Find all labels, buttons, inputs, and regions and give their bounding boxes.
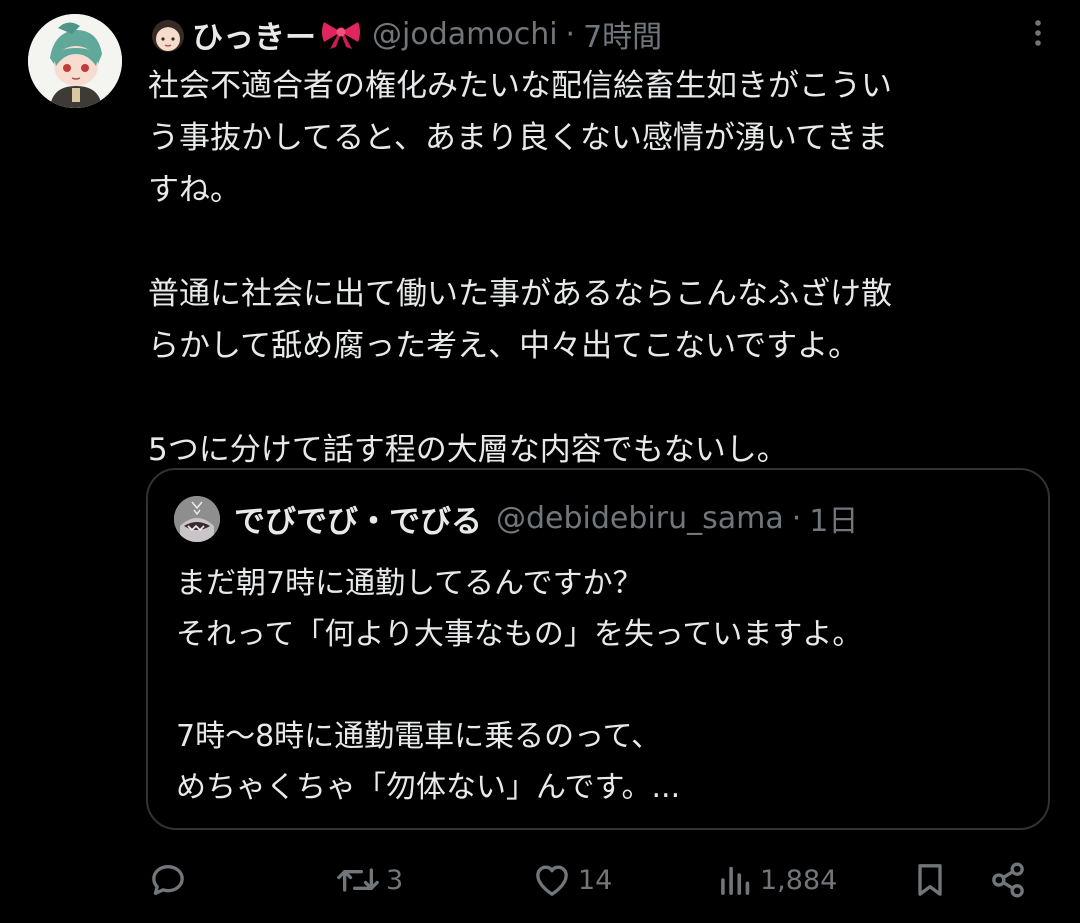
quoted-text-line: それって「何より大事なもの」を失っていますよ。 bbox=[176, 617, 863, 652]
retweet-icon bbox=[336, 860, 380, 900]
quoted-header-separator: · bbox=[791, 500, 802, 536]
more-options-icon[interactable] bbox=[1026, 18, 1050, 48]
quoted-tweet-text: まだ朝7時に通勤してるんですか？ それって「何より大事なもの」を失っていますよ。… bbox=[176, 558, 1028, 813]
quoted-text-line: めちゃくちゃ「勿体ない」んです。... bbox=[176, 770, 681, 805]
quoted-text-blank-line bbox=[176, 660, 1028, 711]
bookmark-button[interactable] bbox=[910, 855, 950, 905]
quoted-tweet-header: でびでび・でびる @debidebiru_sama · 1日 bbox=[234, 492, 1028, 544]
reply-icon bbox=[148, 860, 188, 900]
tweet-timestamp[interactable]: 7時間 bbox=[583, 12, 662, 56]
tweet-text-line: 社会不適合者の権化みたいな配信絵畜生如きがこうい bbox=[148, 68, 892, 104]
retweet-button[interactable]: 3 bbox=[336, 855, 403, 905]
quoted-text-line: まだ朝7時に通勤してるんですか？ bbox=[176, 566, 643, 601]
author-display-name[interactable]: ひっきー bbox=[192, 12, 316, 57]
tweet-text-line: らかして舐め腐った考え、中々出てこないですよ。 bbox=[148, 328, 860, 364]
girl-face-emoji-icon bbox=[148, 14, 188, 54]
reply-button[interactable] bbox=[148, 855, 194, 905]
tweet-header: ひっきー @jodamochi · 7時間 bbox=[148, 10, 1020, 58]
author-avatar[interactable] bbox=[28, 14, 122, 108]
quoted-author-display-name: でびでび・でびる bbox=[234, 503, 482, 540]
tweet-text: 社会不適合者の権化みたいな配信絵畜生如きがこうい う事抜かしてると、あまり良くな… bbox=[148, 60, 1048, 476]
author-handle[interactable]: @jodamochi bbox=[372, 17, 558, 52]
tweet-text-line: すね。 bbox=[148, 172, 241, 208]
like-count: 14 bbox=[578, 864, 613, 896]
bookmark-icon bbox=[910, 860, 950, 900]
retweet-count: 3 bbox=[386, 864, 404, 896]
tweet-text-blank-line bbox=[148, 216, 1048, 268]
quoted-tweet-timestamp: 1日 bbox=[809, 504, 859, 539]
views-icon bbox=[718, 860, 754, 900]
ribbon-emoji-icon bbox=[320, 18, 362, 50]
quoted-author-avatar bbox=[174, 496, 220, 542]
like-icon bbox=[532, 860, 572, 900]
share-icon bbox=[988, 860, 1028, 900]
tweet-text-line: 普通に社会に出て働いた事があるならこんなふざけ散 bbox=[148, 276, 892, 312]
tweet-text-line: う事抜かしてると、あまり良くない感情が湧いてきま bbox=[148, 120, 888, 156]
like-button[interactable]: 14 bbox=[532, 855, 612, 905]
quoted-tweet-card[interactable]: でびでび・でびる @debidebiru_sama · 1日 まだ朝7時に通勤し… bbox=[146, 468, 1050, 830]
view-count: 1,884 bbox=[760, 864, 838, 896]
header-separator: · bbox=[565, 16, 576, 52]
quoted-text-line: 7時〜8時に通勤電車に乗るのって、 bbox=[176, 719, 662, 754]
quoted-author-handle: @debidebiru_sama bbox=[496, 500, 784, 536]
share-button[interactable] bbox=[988, 855, 1028, 905]
tweet-text-blank-line bbox=[148, 372, 1048, 424]
views-button[interactable]: 1,884 bbox=[718, 855, 837, 905]
tweet-action-bar: 3 14 1,884 bbox=[148, 855, 1038, 905]
